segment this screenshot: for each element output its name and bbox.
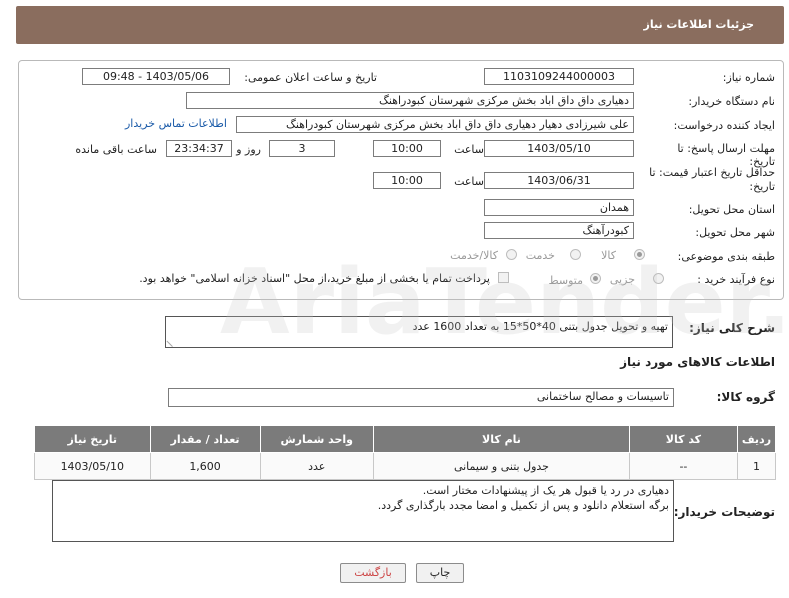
process-minor-label: جزیی [609,273,635,286]
time-remaining-label: ساعت باقی مانده [75,143,157,156]
process-type-label: نوع فرآیند خرید : [697,273,775,286]
announce-date-label: تاریخ و ساعت اعلان عمومی: [244,71,377,84]
quantity-cell: 1,600 [149,452,261,480]
deadline-label: مهلت ارسال پاسخ: تا [677,142,775,155]
goods-group-label: گروه کالا: [716,390,775,404]
process-minor-radio[interactable] [653,273,664,284]
category-service-label: خدمت [525,249,555,262]
col-quantity: تعداد / مقدار [149,425,261,453]
need-number-label: شماره نیاز: [722,71,775,84]
buyer-label: نام دستگاه خریدار: [688,95,775,108]
summary-label: شرح کلی نیاز: [689,321,775,335]
validity-time-field: 10:00 [373,172,441,189]
deadline-time-field: 10:00 [373,140,441,157]
category-both-radio[interactable] [506,249,517,260]
validity-time-label: ساعت [454,175,484,188]
treasury-payment-checkbox[interactable] [498,272,509,283]
province-field: همدان [484,199,634,216]
back-button[interactable]: بازگشت [340,563,406,583]
validity-date-field: 1403/06/31 [484,172,634,189]
process-medium-label: متوسط [548,274,583,287]
time-remaining-field: 23:34:37 [166,140,232,157]
need-date-cell: 1403/05/10 [34,452,151,480]
category-label: طبقه بندی موضوعی: [677,250,775,263]
table-row: 1 -- جدول بتنی و سیمانی عدد 1,600 1403/0… [34,452,777,480]
city-field: کبودرآهنگ [484,222,634,239]
province-label: استان محل تحویل: [688,203,775,216]
print-button[interactable]: چاپ [416,563,464,583]
validity-date-label: تاریخ: [749,180,775,193]
buyer-field: دهیاری داق داق اباد بخش مرکزی شهرستان کب… [186,92,634,109]
goods-table: ردیف کد کالا نام کالا واحد شمارش تعداد /… [34,425,777,480]
treasury-payment-note: پرداخت تمام یا بخشی از مبلغ خرید،از محل … [139,272,490,285]
buyer-notes-line-1: دهیاری در رد یا قبول هر یک از پیشنهادات … [422,484,669,497]
col-row: ردیف [736,425,777,453]
category-both-label: کالا/خدمت [450,249,498,262]
col-name: نام کالا [372,425,631,453]
goods-name-cell: جدول بتنی و سیمانی [372,452,631,480]
row-number-cell: 1 [736,452,777,480]
resize-grip-icon[interactable] [166,334,179,348]
creator-label: ایجاد کننده درخواست: [673,119,775,132]
col-unit: واحد شمارش [259,425,374,453]
validity-label: حداقل تاریخ اعتبار قیمت: تا [649,166,775,179]
goods-code-cell: -- [629,452,738,480]
buyer-contact-link[interactable]: اطلاعات تماس خریدار [125,117,227,130]
unit-cell: عدد [259,452,374,480]
category-goods-radio[interactable] [634,249,645,260]
summary-textarea: تهیه و تحویل جدول بتنی 40*50*15 به تعداد… [165,316,673,348]
creator-field: علی شیرزادی دهیار دهیاری داق داق اباد بخ… [236,116,634,133]
page-header: جزئیات اطلاعات نیاز [16,6,784,44]
col-need-date: تاریخ نیاز [34,425,151,453]
days-label: روز و [236,143,261,156]
deadline-date-field: 1403/05/10 [484,140,634,157]
col-code: کد کالا [629,425,738,453]
goods-info-title: اطلاعات کالاهای مورد نیاز [620,355,775,369]
category-service-radio[interactable] [570,249,581,260]
page-title: جزئیات اطلاعات نیاز [643,18,755,31]
process-medium-radio[interactable] [590,273,601,284]
goods-table-header: ردیف کد کالا نام کالا واحد شمارش تعداد /… [34,425,777,453]
announce-date-field: 1403/05/06 - 09:48 [82,68,230,85]
goods-group-field: تاسیسات و مصالح ساختمانی [168,388,674,407]
summary-text: تهیه و تحویل جدول بتنی 40*50*15 به تعداد… [412,320,668,333]
buyer-notes-line-2: برگه استعلام دانلود و پس از تکمیل و امضا… [377,499,669,512]
city-label: شهر محل تحویل: [695,226,775,239]
deadline-time-label: ساعت [454,143,484,156]
buyer-notes-label: توضیحات خریدار: [673,505,775,519]
days-remaining-field: 3 [269,140,335,157]
need-number-field: 1103109244000003 [484,68,634,85]
buyer-notes-textarea: دهیاری در رد یا قبول هر یک از پیشنهادات … [52,480,674,542]
category-goods-label: کالا [601,249,616,262]
